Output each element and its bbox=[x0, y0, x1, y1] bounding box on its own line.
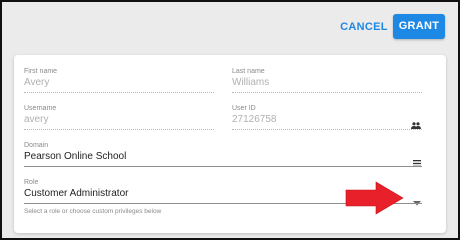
user-id-field: User ID 27126758 bbox=[232, 104, 422, 130]
dropdown-arrow-icon[interactable] bbox=[413, 193, 421, 211]
last-name-underline bbox=[232, 92, 422, 93]
role-label: Role bbox=[24, 179, 39, 186]
last-name-value: Williams bbox=[232, 77, 270, 88]
username-field: Username avery bbox=[24, 104, 214, 130]
grant-role-dialog: CANCEL GRANT First name Avery Last name … bbox=[0, 0, 460, 240]
dialog-action-bar: CANCEL GRANT bbox=[2, 2, 458, 48]
grant-button[interactable]: GRANT bbox=[393, 14, 445, 39]
username-value: avery bbox=[24, 114, 49, 125]
first-name-value: Avery bbox=[24, 77, 50, 88]
username-label: Username bbox=[24, 105, 57, 112]
user-id-underline bbox=[232, 129, 422, 130]
last-name-label: Last name bbox=[232, 68, 265, 75]
domain-label: Domain bbox=[24, 142, 49, 149]
people-icon[interactable] bbox=[411, 116, 421, 134]
cancel-button[interactable]: CANCEL bbox=[340, 15, 388, 39]
first-name-underline bbox=[24, 92, 214, 93]
first-name-label: First name bbox=[24, 68, 58, 75]
user-id-value: 27126758 bbox=[232, 114, 277, 125]
role-helper-text: Select a role or choose custom privilege… bbox=[24, 208, 162, 215]
first-name-field: First name Avery bbox=[24, 67, 214, 93]
role-value: Customer Administrator bbox=[24, 188, 129, 199]
domain-underline bbox=[24, 166, 422, 167]
red-arrow-icon bbox=[345, 181, 405, 220]
username-underline bbox=[24, 129, 214, 130]
user-id-label: User ID bbox=[232, 105, 256, 112]
list-icon[interactable] bbox=[413, 154, 421, 172]
domain-field[interactable]: Domain Pearson Online School bbox=[24, 141, 422, 167]
domain-value: Pearson Online School bbox=[24, 151, 127, 162]
last-name-field: Last name Williams bbox=[232, 67, 422, 93]
